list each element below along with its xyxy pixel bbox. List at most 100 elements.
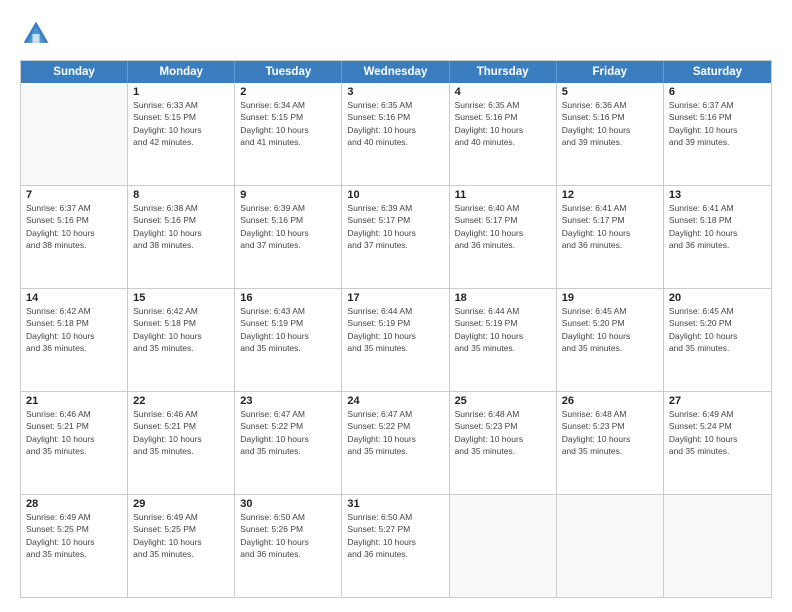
header-cell-thursday: Thursday xyxy=(450,61,557,83)
cell-info: Sunrise: 6:48 AM Sunset: 5:23 PM Dayligh… xyxy=(455,408,551,457)
calendar-cell: 13Sunrise: 6:41 AM Sunset: 5:18 PM Dayli… xyxy=(664,186,771,288)
cell-info: Sunrise: 6:49 AM Sunset: 5:24 PM Dayligh… xyxy=(669,408,766,457)
day-number: 25 xyxy=(455,395,551,407)
calendar-header-row: SundayMondayTuesdayWednesdayThursdayFrid… xyxy=(21,61,771,83)
calendar-cell: 14Sunrise: 6:42 AM Sunset: 5:18 PM Dayli… xyxy=(21,289,128,391)
header-cell-monday: Monday xyxy=(128,61,235,83)
logo-icon xyxy=(20,18,52,50)
cell-info: Sunrise: 6:50 AM Sunset: 5:26 PM Dayligh… xyxy=(240,511,336,560)
day-number: 3 xyxy=(347,86,443,98)
day-number: 12 xyxy=(562,189,658,201)
cell-info: Sunrise: 6:45 AM Sunset: 5:20 PM Dayligh… xyxy=(669,305,766,354)
day-number: 20 xyxy=(669,292,766,304)
calendar-cell: 29Sunrise: 6:49 AM Sunset: 5:25 PM Dayli… xyxy=(128,495,235,597)
header xyxy=(20,18,772,50)
calendar-cell: 20Sunrise: 6:45 AM Sunset: 5:20 PM Dayli… xyxy=(664,289,771,391)
day-number: 30 xyxy=(240,498,336,510)
calendar-row-2: 14Sunrise: 6:42 AM Sunset: 5:18 PM Dayli… xyxy=(21,289,771,392)
calendar-cell: 28Sunrise: 6:49 AM Sunset: 5:25 PM Dayli… xyxy=(21,495,128,597)
calendar-row-3: 21Sunrise: 6:46 AM Sunset: 5:21 PM Dayli… xyxy=(21,392,771,495)
cell-info: Sunrise: 6:44 AM Sunset: 5:19 PM Dayligh… xyxy=(455,305,551,354)
calendar-cell: 22Sunrise: 6:46 AM Sunset: 5:21 PM Dayli… xyxy=(128,392,235,494)
calendar-cell: 1Sunrise: 6:33 AM Sunset: 5:15 PM Daylig… xyxy=(128,83,235,185)
cell-info: Sunrise: 6:40 AM Sunset: 5:17 PM Dayligh… xyxy=(455,202,551,251)
day-number: 9 xyxy=(240,189,336,201)
day-number: 4 xyxy=(455,86,551,98)
calendar-cell: 6Sunrise: 6:37 AM Sunset: 5:16 PM Daylig… xyxy=(664,83,771,185)
day-number: 14 xyxy=(26,292,122,304)
calendar-cell: 30Sunrise: 6:50 AM Sunset: 5:26 PM Dayli… xyxy=(235,495,342,597)
cell-info: Sunrise: 6:36 AM Sunset: 5:16 PM Dayligh… xyxy=(562,99,658,148)
calendar-row-1: 7Sunrise: 6:37 AM Sunset: 5:16 PM Daylig… xyxy=(21,186,771,289)
cell-info: Sunrise: 6:38 AM Sunset: 5:16 PM Dayligh… xyxy=(133,202,229,251)
calendar-cell: 23Sunrise: 6:47 AM Sunset: 5:22 PM Dayli… xyxy=(235,392,342,494)
calendar-cell: 7Sunrise: 6:37 AM Sunset: 5:16 PM Daylig… xyxy=(21,186,128,288)
calendar-cell: 27Sunrise: 6:49 AM Sunset: 5:24 PM Dayli… xyxy=(664,392,771,494)
day-number: 27 xyxy=(669,395,766,407)
cell-info: Sunrise: 6:39 AM Sunset: 5:16 PM Dayligh… xyxy=(240,202,336,251)
cell-info: Sunrise: 6:45 AM Sunset: 5:20 PM Dayligh… xyxy=(562,305,658,354)
calendar-row-0: 1Sunrise: 6:33 AM Sunset: 5:15 PM Daylig… xyxy=(21,83,771,186)
day-number: 1 xyxy=(133,86,229,98)
cell-info: Sunrise: 6:44 AM Sunset: 5:19 PM Dayligh… xyxy=(347,305,443,354)
cell-info: Sunrise: 6:46 AM Sunset: 5:21 PM Dayligh… xyxy=(26,408,122,457)
calendar-cell: 2Sunrise: 6:34 AM Sunset: 5:15 PM Daylig… xyxy=(235,83,342,185)
calendar-cell xyxy=(450,495,557,597)
calendar-cell: 16Sunrise: 6:43 AM Sunset: 5:19 PM Dayli… xyxy=(235,289,342,391)
day-number: 22 xyxy=(133,395,229,407)
header-cell-friday: Friday xyxy=(557,61,664,83)
calendar-body: 1Sunrise: 6:33 AM Sunset: 5:15 PM Daylig… xyxy=(21,83,771,597)
cell-info: Sunrise: 6:50 AM Sunset: 5:27 PM Dayligh… xyxy=(347,511,443,560)
cell-info: Sunrise: 6:34 AM Sunset: 5:15 PM Dayligh… xyxy=(240,99,336,148)
cell-info: Sunrise: 6:42 AM Sunset: 5:18 PM Dayligh… xyxy=(133,305,229,354)
cell-info: Sunrise: 6:49 AM Sunset: 5:25 PM Dayligh… xyxy=(133,511,229,560)
day-number: 31 xyxy=(347,498,443,510)
calendar-cell: 9Sunrise: 6:39 AM Sunset: 5:16 PM Daylig… xyxy=(235,186,342,288)
calendar-cell xyxy=(664,495,771,597)
day-number: 15 xyxy=(133,292,229,304)
header-cell-tuesday: Tuesday xyxy=(235,61,342,83)
cell-info: Sunrise: 6:48 AM Sunset: 5:23 PM Dayligh… xyxy=(562,408,658,457)
calendar-cell: 10Sunrise: 6:39 AM Sunset: 5:17 PM Dayli… xyxy=(342,186,449,288)
cell-info: Sunrise: 6:43 AM Sunset: 5:19 PM Dayligh… xyxy=(240,305,336,354)
calendar-cell: 19Sunrise: 6:45 AM Sunset: 5:20 PM Dayli… xyxy=(557,289,664,391)
calendar-cell xyxy=(21,83,128,185)
cell-info: Sunrise: 6:49 AM Sunset: 5:25 PM Dayligh… xyxy=(26,511,122,560)
cell-info: Sunrise: 6:41 AM Sunset: 5:18 PM Dayligh… xyxy=(669,202,766,251)
calendar-cell: 3Sunrise: 6:35 AM Sunset: 5:16 PM Daylig… xyxy=(342,83,449,185)
calendar-cell: 17Sunrise: 6:44 AM Sunset: 5:19 PM Dayli… xyxy=(342,289,449,391)
day-number: 2 xyxy=(240,86,336,98)
calendar-cell: 15Sunrise: 6:42 AM Sunset: 5:18 PM Dayli… xyxy=(128,289,235,391)
day-number: 18 xyxy=(455,292,551,304)
day-number: 26 xyxy=(562,395,658,407)
day-number: 29 xyxy=(133,498,229,510)
calendar-cell: 5Sunrise: 6:36 AM Sunset: 5:16 PM Daylig… xyxy=(557,83,664,185)
day-number: 8 xyxy=(133,189,229,201)
day-number: 10 xyxy=(347,189,443,201)
calendar-cell: 21Sunrise: 6:46 AM Sunset: 5:21 PM Dayli… xyxy=(21,392,128,494)
day-number: 6 xyxy=(669,86,766,98)
calendar-cell: 26Sunrise: 6:48 AM Sunset: 5:23 PM Dayli… xyxy=(557,392,664,494)
cell-info: Sunrise: 6:37 AM Sunset: 5:16 PM Dayligh… xyxy=(26,202,122,251)
day-number: 19 xyxy=(562,292,658,304)
day-number: 23 xyxy=(240,395,336,407)
calendar-cell: 18Sunrise: 6:44 AM Sunset: 5:19 PM Dayli… xyxy=(450,289,557,391)
cell-info: Sunrise: 6:39 AM Sunset: 5:17 PM Dayligh… xyxy=(347,202,443,251)
day-number: 7 xyxy=(26,189,122,201)
calendar-cell xyxy=(557,495,664,597)
day-number: 24 xyxy=(347,395,443,407)
day-number: 5 xyxy=(562,86,658,98)
calendar-cell: 24Sunrise: 6:47 AM Sunset: 5:22 PM Dayli… xyxy=(342,392,449,494)
calendar-cell: 4Sunrise: 6:35 AM Sunset: 5:16 PM Daylig… xyxy=(450,83,557,185)
calendar-cell: 11Sunrise: 6:40 AM Sunset: 5:17 PM Dayli… xyxy=(450,186,557,288)
calendar: SundayMondayTuesdayWednesdayThursdayFrid… xyxy=(20,60,772,598)
calendar-cell: 12Sunrise: 6:41 AM Sunset: 5:17 PM Dayli… xyxy=(557,186,664,288)
cell-info: Sunrise: 6:35 AM Sunset: 5:16 PM Dayligh… xyxy=(455,99,551,148)
header-cell-saturday: Saturday xyxy=(664,61,771,83)
cell-info: Sunrise: 6:47 AM Sunset: 5:22 PM Dayligh… xyxy=(347,408,443,457)
day-number: 17 xyxy=(347,292,443,304)
cell-info: Sunrise: 6:42 AM Sunset: 5:18 PM Dayligh… xyxy=(26,305,122,354)
day-number: 28 xyxy=(26,498,122,510)
cell-info: Sunrise: 6:46 AM Sunset: 5:21 PM Dayligh… xyxy=(133,408,229,457)
cell-info: Sunrise: 6:37 AM Sunset: 5:16 PM Dayligh… xyxy=(669,99,766,148)
